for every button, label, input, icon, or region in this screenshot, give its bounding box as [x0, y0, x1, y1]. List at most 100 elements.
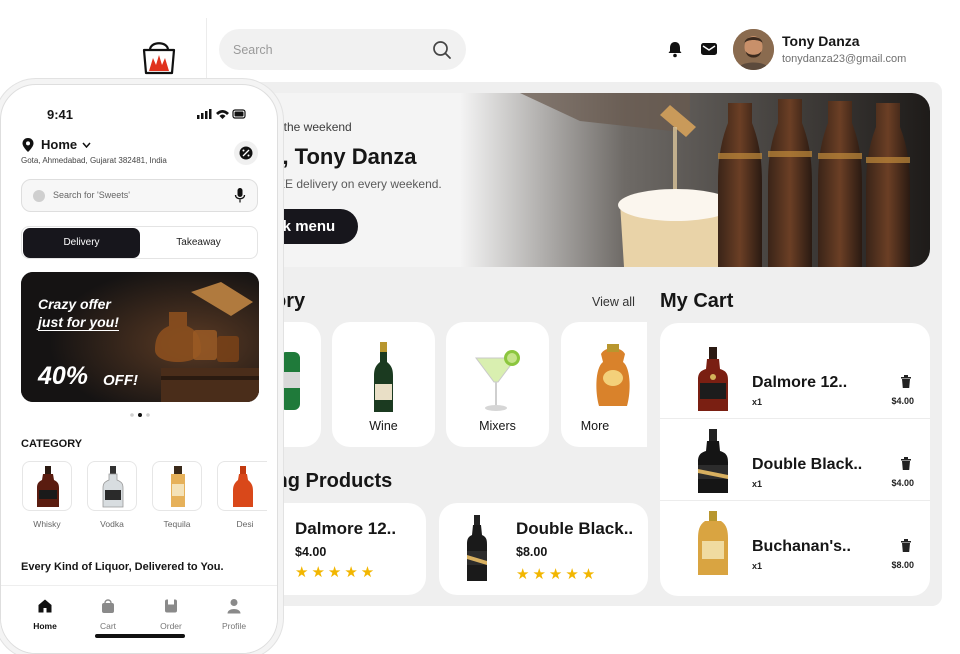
- app-logo-icon: [142, 42, 176, 75]
- avatar[interactable]: [733, 29, 774, 70]
- hero-title: o, Tony Danza: [269, 144, 417, 169]
- mobile-category-label: Desi: [236, 519, 254, 529]
- bell-icon[interactable]: [666, 40, 684, 58]
- home-icon: [38, 599, 52, 613]
- banner-percent: 40%: [38, 362, 89, 390]
- delivery-tab[interactable]: Delivery: [23, 228, 140, 258]
- cart-item-qty: x1: [752, 561, 763, 571]
- category-card-mixers[interactable]: Mixers: [446, 322, 549, 447]
- cart-item-price: $8.00: [891, 560, 914, 570]
- search-icon: [33, 190, 45, 202]
- cart-title: My Cart: [660, 290, 734, 312]
- bottom-nav: Home Cart Order Profile: [1, 585, 277, 653]
- cart-item-price: $4.00: [891, 478, 914, 488]
- carousel-dots[interactable]: [129, 413, 153, 417]
- nav-cart[interactable]: Cart: [83, 598, 133, 631]
- dalmore-bottle-icon: [698, 347, 728, 411]
- chevron-down-icon[interactable]: [82, 142, 91, 148]
- product-card[interactable]: Dalmore 12.. $4.00 ★★★★★: [260, 503, 426, 595]
- cart-item[interactable]: Dalmore 12.. x1 $4.00: [660, 337, 930, 419]
- tequila-bottle-icon: [171, 466, 185, 507]
- banner-line1: Crazy offer: [38, 296, 111, 312]
- nav-label: Order: [160, 621, 182, 631]
- double-black-bottle-icon: [698, 429, 728, 493]
- beer-bottles-photo: [460, 93, 930, 267]
- status-time: 9:41: [47, 107, 74, 122]
- cart-item-price: $4.00: [891, 396, 914, 406]
- mobile-category-vodka[interactable]: [87, 461, 137, 511]
- banner-line2: just for you!: [38, 314, 119, 331]
- product-card[interactable]: Double Black.. $8.00 ★★★★★: [439, 503, 648, 595]
- vodka-bottle-icon: [102, 466, 124, 508]
- header-divider: [206, 18, 207, 92]
- category-label: Mixers: [479, 419, 516, 433]
- location-address: Gota, Ahmedabad, Gujarat 382481, India: [21, 156, 167, 165]
- takeaway-tab[interactable]: Takeaway: [140, 228, 257, 258]
- nav-profile[interactable]: Profile: [209, 598, 259, 631]
- product-price: $4.00: [295, 545, 327, 559]
- status-icons: [197, 109, 246, 119]
- location-title[interactable]: Home: [41, 137, 77, 152]
- mobile-category-whisky[interactable]: [22, 461, 72, 511]
- cart-item-qty: x1: [752, 397, 763, 407]
- mobile-category-label: Vodka: [100, 519, 124, 529]
- cocktail-icon: [475, 350, 520, 411]
- avatar-photo-icon: [733, 29, 774, 70]
- delete-icon[interactable]: [900, 375, 912, 388]
- mobile-category-desi[interactable]: [217, 461, 267, 511]
- mobile-category-tequila[interactable]: [152, 461, 202, 511]
- buchanans-bottle-icon: [698, 511, 728, 575]
- mobile-tagline: Every Kind of Liquor, Delivered to You.: [21, 561, 224, 573]
- microphone-icon[interactable]: [234, 188, 246, 204]
- cart-item[interactable]: Double Black.. x1 $4.00: [660, 419, 930, 501]
- product-price: $8.00: [516, 545, 548, 559]
- search-icon[interactable]: [432, 40, 452, 60]
- cart-item[interactable]: Buchanan's.. x1 $8.00: [660, 501, 930, 583]
- product-name: Dalmore 12..: [295, 519, 397, 538]
- mobile-category-heading: CATEGORY: [21, 438, 83, 450]
- desi-bottle-icon: [233, 466, 253, 507]
- mobile-search-input[interactable]: Search for 'Sweets': [21, 179, 258, 212]
- category-title: ory: [274, 290, 306, 312]
- cart-item-qty: x1: [752, 479, 763, 489]
- whisky-bottle-icon: [37, 466, 59, 507]
- cart-item-name: Buchanan's..: [752, 538, 851, 555]
- cart-item-name: Double Black..: [752, 456, 863, 473]
- mobile-app-screen: 9:41 Home Gota, Ahmedabad, Gujarat 38248…: [0, 84, 278, 654]
- trending-title: ing Products: [270, 470, 393, 492]
- wine-bottle-icon: [374, 342, 393, 412]
- category-label: More: [580, 419, 610, 433]
- location-pin-icon: [22, 138, 34, 152]
- rating-stars: ★★★★★: [516, 566, 599, 583]
- category-card-more[interactable]: More: [561, 322, 647, 447]
- hero-description: EE delivery on every weekend.: [277, 177, 442, 191]
- category-card-wine[interactable]: Wine: [332, 322, 435, 447]
- home-indicator: [95, 634, 185, 638]
- nav-label: Cart: [99, 621, 117, 631]
- delete-icon[interactable]: [900, 457, 912, 470]
- offer-banner[interactable]: Crazy offer just for you! 40% OFF!: [21, 272, 259, 402]
- category-label: Wine: [369, 419, 398, 433]
- mobile-search-placeholder: Search for 'Sweets': [53, 190, 130, 200]
- liquor-bottle-icon: [596, 344, 630, 406]
- user-email: tonydanza23@gmail.com: [782, 53, 907, 65]
- nav-order[interactable]: Order: [146, 598, 196, 631]
- nav-home[interactable]: Home: [20, 598, 70, 631]
- view-all-link[interactable]: View all: [592, 295, 635, 309]
- cart-item-name: Dalmore 12..: [752, 374, 848, 391]
- delivery-mode-toggle: Delivery Takeaway: [21, 226, 258, 259]
- user-name: Tony Danza: [782, 33, 860, 49]
- mobile-category-label: Tequila: [163, 519, 191, 529]
- nav-label: Home: [33, 621, 57, 631]
- profile-icon: [227, 599, 241, 614]
- search-input[interactable]: Search: [219, 29, 466, 70]
- offer-badge-icon[interactable]: [234, 141, 258, 165]
- banner-off: OFF!: [103, 372, 138, 389]
- cart-icon: [102, 599, 114, 613]
- mail-icon[interactable]: [700, 40, 718, 58]
- delete-icon[interactable]: [900, 539, 912, 552]
- product-name: Double Black..: [516, 519, 634, 538]
- nav-label: Profile: [221, 621, 247, 631]
- mobile-category-label: Whisky: [33, 519, 61, 529]
- rating-stars: ★★★★★: [295, 564, 378, 581]
